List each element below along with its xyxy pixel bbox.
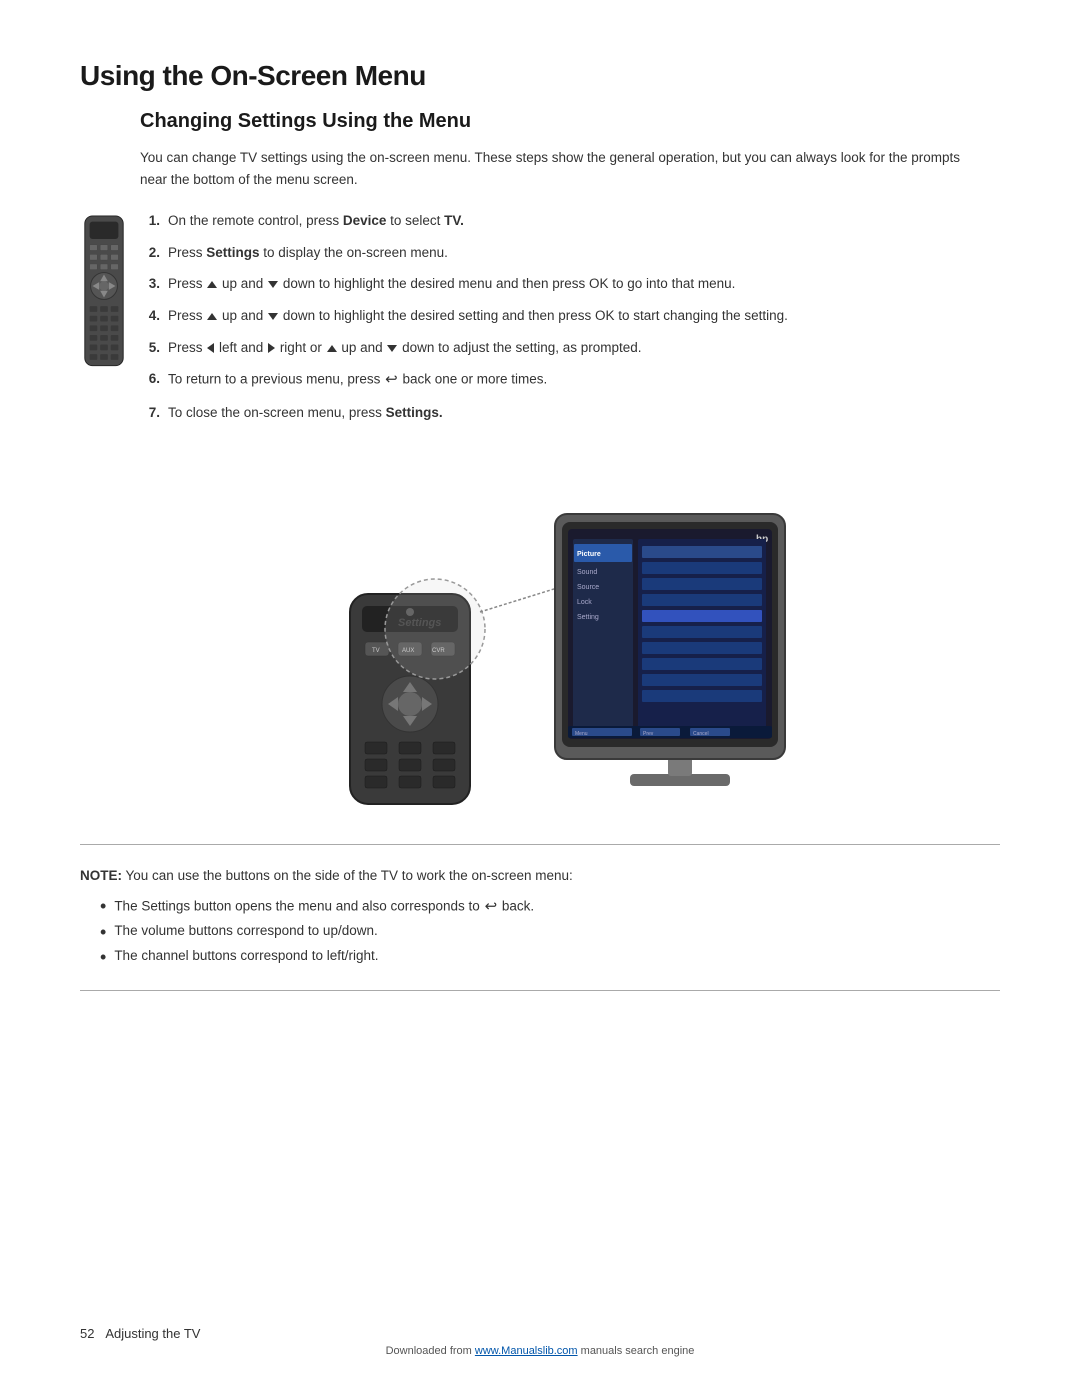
section-title: Changing Settings Using the Menu — [80, 110, 1000, 133]
step-7: 7. To close the on-screen menu, press Se… — [140, 402, 1000, 424]
svg-text:Sound: Sound — [577, 569, 597, 576]
svg-text:Lock: Lock — [577, 599, 592, 606]
arrow-down-icon-2 — [268, 313, 278, 320]
svg-text:Prev: Prev — [643, 731, 654, 737]
svg-text:Setting: Setting — [577, 614, 599, 621]
back-arrow-icon-note: ↩ — [485, 894, 498, 920]
step-num-7: 7. — [140, 402, 160, 424]
page-container: Using the On-Screen Menu Changing Settin… — [0, 0, 1080, 1071]
step-6: 6. To return to a previous menu, press ↩… — [140, 368, 1000, 392]
step-num-5: 5. — [140, 337, 160, 359]
remote-image-col — [80, 210, 140, 434]
svg-text:Source: Source — [577, 584, 599, 591]
note-label: NOTE: — [80, 868, 122, 883]
step-text-4: Press up and down to highlight the desir… — [168, 305, 1000, 327]
step-5: 5. Press left and right or up and down t… — [140, 337, 1000, 359]
download-text: Downloaded from — [386, 1345, 475, 1357]
ordered-steps: 1. On the remote control, press Device t… — [140, 210, 1000, 424]
step-num-6: 6. — [140, 368, 160, 390]
bullet-3: • The channel buttons correspond to left… — [100, 945, 1000, 970]
intro-text: You can change TV settings using the on-… — [80, 147, 1000, 190]
note-paragraph: NOTE: You can use the buttons on the sid… — [80, 865, 1000, 887]
remote-control-icon — [80, 214, 128, 368]
footer-download: Downloaded from www.Manualslib.com manua… — [80, 1345, 1000, 1357]
step-text-7: To close the on-screen menu, press Setti… — [168, 402, 1000, 424]
step-num-1: 1. — [140, 210, 160, 232]
note-content: You can use the buttons on the side of t… — [126, 868, 573, 883]
svg-text:Picture: Picture — [577, 551, 601, 558]
step-1: 1. On the remote control, press Device t… — [140, 210, 1000, 232]
step-text-6: To return to a previous menu, press ↩ ba… — [168, 368, 1000, 392]
bullet-dot-1: • — [100, 894, 106, 920]
svg-text:TV: TV — [372, 648, 380, 654]
step-num-3: 3. — [140, 273, 160, 295]
arrow-up-icon — [207, 281, 217, 288]
download-suffix: manuals search engine — [578, 1345, 695, 1357]
content-area: 1. On the remote control, press Device t… — [80, 210, 1000, 434]
arrow-left-icon — [207, 343, 214, 353]
page-title: Using the On-Screen Menu — [80, 60, 1000, 92]
footer-area: 52 Adjusting the TV Downloaded from www.… — [80, 1326, 1000, 1357]
bullet-text-3: The channel buttons correspond to left/r… — [114, 945, 378, 970]
arrow-right-icon — [268, 343, 275, 353]
step-num-4: 4. — [140, 305, 160, 327]
arrow-up-icon-3 — [327, 345, 337, 352]
back-arrow-icon: ↩ — [385, 368, 398, 392]
divider-bottom — [80, 990, 1000, 991]
note-bullets: • The Settings button opens the menu and… — [100, 894, 1000, 970]
step-text-3: Press up and down to highlight the desir… — [168, 273, 1000, 295]
divider-top — [80, 844, 1000, 845]
bullet-2: • The volume buttons correspond to up/do… — [100, 920, 1000, 945]
download-link[interactable]: www.Manualslib.com — [475, 1345, 578, 1357]
svg-text:Menu: Menu — [575, 731, 588, 737]
illustration-section: Settings TV AUX CVR hp Picture — [80, 464, 1000, 814]
step-text-5: Press left and right or up and down to a… — [168, 337, 1000, 359]
step-num-2: 2. — [140, 242, 160, 264]
step-text-1: On the remote control, press Device to s… — [168, 210, 1000, 232]
bullet-1: • The Settings button opens the menu and… — [100, 894, 1000, 920]
svg-text:AUX: AUX — [402, 648, 414, 654]
svg-text:CVR: CVR — [432, 648, 445, 654]
steps-list: 1. On the remote control, press Device t… — [140, 210, 1000, 434]
svg-text:Settings: Settings — [398, 617, 441, 629]
step-4: 4. Press up and down to highlight the de… — [140, 305, 1000, 327]
svg-text:Cancel: Cancel — [693, 731, 709, 737]
bullet-dot-3: • — [100, 945, 106, 970]
arrow-up-icon-2 — [207, 313, 217, 320]
note-section: NOTE: You can use the buttons on the sid… — [80, 865, 1000, 970]
step-2: 2. Press Settings to display the on-scre… — [140, 242, 1000, 264]
arrow-down-icon-3 — [387, 345, 397, 352]
step-text-2: Press Settings to display the on-screen … — [168, 242, 1000, 264]
illustration-svg: Settings TV AUX CVR hp Picture — [290, 464, 790, 814]
arrow-down-icon — [268, 281, 278, 288]
step-3: 3. Press up and down to highlight the de… — [140, 273, 1000, 295]
bullet-text-2: The volume buttons correspond to up/down… — [114, 920, 377, 945]
footer-page-num: 52 Adjusting the TV — [80, 1326, 200, 1341]
bullet-text-1: The Settings button opens the menu and a… — [114, 894, 534, 920]
bullet-dot-2: • — [100, 920, 106, 945]
